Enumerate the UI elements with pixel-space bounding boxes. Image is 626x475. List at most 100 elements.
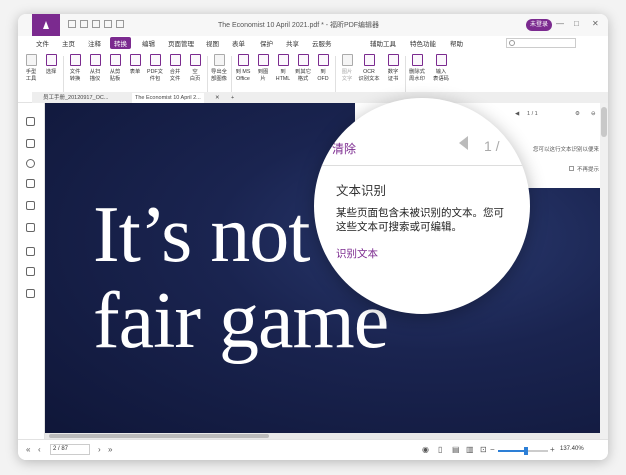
menu-annotate[interactable]: 注释	[88, 38, 101, 48]
from-scanner-button[interactable]: 从扫 描仪	[84, 54, 106, 83]
zoom-slider[interactable]	[498, 447, 548, 455]
status-bar: « ‹ 2 / 87 › » ◉ ▯ ▤ ▥ ⊡ − + 137.40%	[18, 439, 608, 460]
first-page-icon[interactable]: «	[26, 445, 30, 454]
tab-employee-handbook[interactable]: 员工手册_20120917_OC...	[40, 93, 111, 103]
zoom-in-icon[interactable]: +	[550, 445, 555, 454]
next-page-icon[interactable]: ›	[98, 445, 101, 454]
pdf-package-button[interactable]: PDF文 件包	[144, 54, 166, 83]
prev-page-icon[interactable]: ‹	[38, 445, 41, 454]
select-tool-button[interactable]: 选择	[40, 54, 62, 76]
vertical-scroll-thumb[interactable]	[601, 107, 607, 137]
prev-page-icon[interactable]	[459, 136, 468, 150]
menu-edit[interactable]: 编辑	[142, 38, 155, 48]
zoom-slider-handle[interactable]	[523, 447, 528, 455]
menu-cloud[interactable]: 云服务	[312, 38, 332, 48]
left-sidebar	[18, 103, 45, 439]
to-office-button[interactable]: 到 MS Office	[232, 54, 254, 83]
close-tab-icon[interactable]: ✕	[212, 93, 223, 103]
file-icon	[69, 54, 81, 66]
horizontal-scroll-thumb[interactable]	[49, 434, 269, 438]
page-indicator: 1 /	[484, 138, 500, 154]
menu-help[interactable]: 帮助	[450, 38, 463, 48]
pages-icon[interactable]	[26, 139, 35, 148]
bookmark-icon[interactable]	[26, 117, 35, 126]
zoom-level[interactable]: 137.40%	[560, 446, 584, 452]
ocr-message-line-1: 某些页面包含未被识别的文本。您可	[336, 207, 504, 219]
tab-economist[interactable]: The Economist 10 April 2...	[132, 93, 204, 103]
lock-icon[interactable]	[26, 223, 35, 232]
menu-accessibility[interactable]: 辅助工具	[370, 38, 396, 48]
clear-button[interactable]: 清除	[332, 140, 356, 157]
zoom-out-icon[interactable]: −	[490, 445, 495, 454]
watermark-button[interactable]: 删除式 周水印	[406, 54, 428, 83]
file-convert-button[interactable]: 文件 转换	[64, 54, 86, 83]
ocr-button[interactable]: OCR 识别文本	[358, 54, 380, 83]
image-text-button[interactable]: 图片 文字	[336, 54, 358, 83]
single-page-icon[interactable]: ▯	[438, 445, 442, 454]
digital-cert-button[interactable]: 数字 证书	[382, 54, 404, 83]
undo-icon[interactable]	[104, 20, 112, 28]
tag-icon[interactable]	[26, 267, 35, 276]
document-icon[interactable]	[26, 247, 35, 256]
prev-page-small-icon[interactable]: ◀	[515, 111, 519, 117]
clipboard-icon	[109, 54, 121, 66]
search-input[interactable]	[506, 38, 576, 48]
attachment-icon[interactable]	[26, 201, 35, 210]
no-prompt-label: 不再提示	[577, 167, 600, 173]
hand-tool-button[interactable]: 手型 工具	[20, 54, 42, 83]
menu-home[interactable]: 主页	[62, 38, 75, 48]
watermark-icon	[411, 54, 423, 66]
magnifier-lens: 清除 1 / 文本识别 某些页面包含未被识别的文本。您可 这些文本可搜索或可编辑…	[314, 98, 530, 314]
menu-share[interactable]: 共享	[286, 38, 299, 48]
settings-icon[interactable]: ⚙	[575, 111, 580, 117]
menu-features[interactable]: 特色功能	[410, 38, 436, 48]
minimize-icon[interactable]: —	[556, 19, 564, 28]
maximize-icon[interactable]: □	[574, 19, 579, 28]
merge-files-button[interactable]: 合并 文件	[164, 54, 186, 83]
ocr-message: 某些页面包含未被识别的文本。您可 这些文本可搜索或可编辑。	[336, 206, 530, 234]
last-page-icon[interactable]: »	[108, 445, 112, 454]
form-button[interactable]: 表单	[124, 54, 146, 76]
read-mode-icon[interactable]: ◉	[422, 445, 429, 454]
from-clipboard-button[interactable]: 从剪 贴板	[104, 54, 126, 83]
to-ofd-button[interactable]: 到 OFD	[312, 54, 334, 83]
layers-icon[interactable]	[26, 179, 35, 188]
blank-page-icon	[189, 54, 201, 66]
fit-page-icon[interactable]: ⊡	[480, 445, 487, 454]
open-file-icon[interactable]	[68, 20, 76, 28]
menu-view[interactable]: 视图	[206, 38, 219, 48]
menu-page-manage[interactable]: 页面管理	[168, 38, 194, 48]
app-logo[interactable]	[32, 14, 60, 36]
menu-file[interactable]: 文件	[36, 38, 49, 48]
menu-convert[interactable]: 转换	[110, 37, 131, 49]
recognize-text-link[interactable]: 识别文本	[336, 246, 378, 261]
certificate-icon	[387, 54, 399, 66]
to-other-format-button[interactable]: 到其它 格式	[292, 54, 314, 83]
comment-icon[interactable]	[26, 159, 35, 168]
save-icon[interactable]	[80, 20, 88, 28]
compare-icon[interactable]	[26, 289, 35, 298]
to-image-button[interactable]: 到图 片	[252, 54, 274, 83]
to-html-button[interactable]: 到 HTML	[272, 54, 294, 83]
window-title: The Economist 10 April 2021.pdf * - 福昕PD…	[218, 22, 380, 29]
page-number-input[interactable]: 2 / 87	[50, 444, 90, 455]
image-export-icon	[213, 54, 225, 66]
ocr-title: 文本识别	[336, 184, 387, 198]
office-icon	[237, 54, 249, 66]
vertical-scrollbar[interactable]	[600, 103, 608, 439]
export-images-button[interactable]: 导出全 部图像	[208, 54, 230, 83]
barcode-button[interactable]: 输入 表语码	[430, 54, 452, 83]
new-tab-icon[interactable]: +	[228, 93, 237, 103]
no-prompt-checkbox[interactable]	[569, 166, 574, 171]
menu-form[interactable]: 表单	[232, 38, 245, 48]
redo-icon[interactable]	[116, 20, 124, 28]
two-page-icon[interactable]: ▥	[466, 445, 474, 454]
blank-page-button[interactable]: 空 白页	[184, 54, 206, 83]
close-icon[interactable]: ✕	[592, 19, 599, 28]
close-panel-icon[interactable]: ⊖	[591, 111, 596, 117]
image-icon	[257, 54, 269, 66]
account-badge[interactable]: 未登录	[526, 19, 553, 31]
menu-protect[interactable]: 保护	[260, 38, 273, 48]
continuous-page-icon[interactable]: ▤	[452, 445, 460, 454]
print-icon[interactable]	[92, 20, 100, 28]
